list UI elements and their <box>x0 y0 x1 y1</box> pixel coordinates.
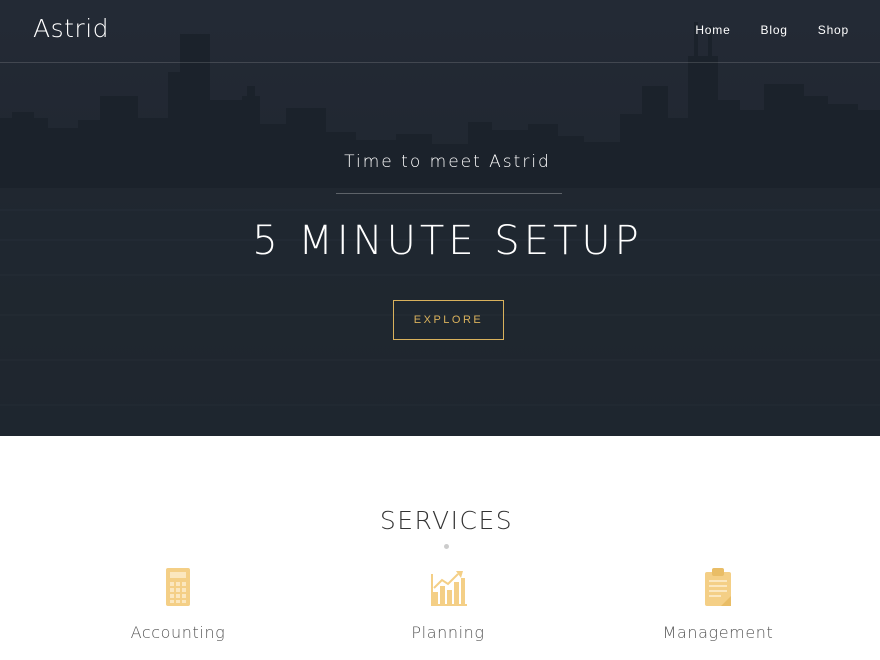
service-label: Accounting <box>130 623 226 642</box>
hero-divider <box>336 193 562 194</box>
explore-button[interactable]: EXPLORE <box>393 300 504 340</box>
services-title: SERVICES <box>379 506 514 535</box>
calculator-icon <box>166 568 190 606</box>
hero-content: Time to meet Astrid 5 MINUTE SETUP EXPLO… <box>0 0 880 436</box>
clipboard-icon <box>705 568 731 606</box>
bar-chart-icon <box>431 571 467 606</box>
service-label: Management <box>662 623 774 642</box>
services-dot-divider <box>444 544 449 549</box>
hero-subtitle: Time to meet Astrid <box>344 152 551 172</box>
service-label: Planning <box>411 623 485 642</box>
service-accounting: Accounting <box>78 566 278 642</box>
service-planning: Planning <box>348 566 548 642</box>
hero-headline: 5 MINUTE SETUP <box>252 218 643 264</box>
service-management: Management <box>618 566 818 642</box>
